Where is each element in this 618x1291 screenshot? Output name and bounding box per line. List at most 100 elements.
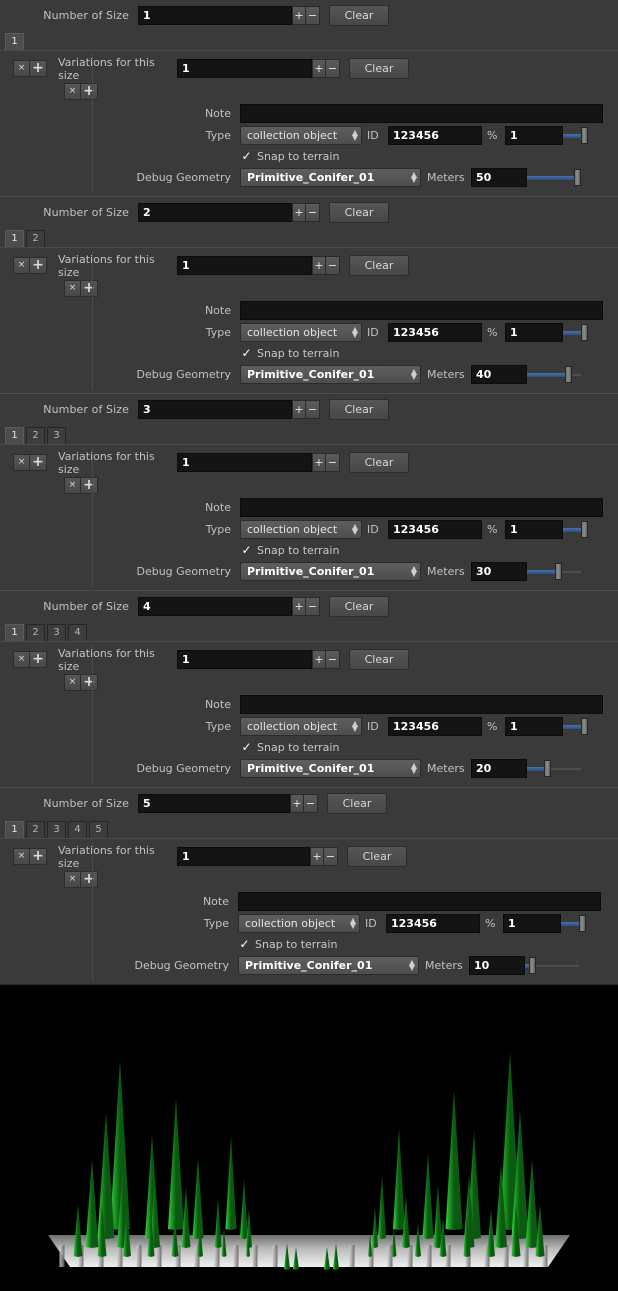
debug-geometry-dropdown[interactable]: Primitive_Conifer_01 ▲ ▼ (238, 955, 419, 975)
remove-variation-button[interactable]: × (64, 477, 81, 494)
number-of-size-input[interactable]: 2 (138, 203, 292, 222)
add-variation-button[interactable]: + (81, 280, 98, 297)
size-tab-3[interactable]: 3 (47, 427, 66, 444)
variations-input[interactable]: 1 (177, 453, 312, 472)
size-tab-4[interactable]: 4 (68, 821, 87, 838)
add-variation-button[interactable]: + (81, 871, 98, 888)
percent-slider[interactable] (561, 914, 586, 933)
percent-slider[interactable] (563, 126, 588, 145)
debug-geometry-dropdown[interactable]: Primitive_Conifer_01 ▲ ▼ (240, 758, 421, 778)
add-size-button[interactable]: + (30, 60, 47, 77)
number-of-size-decrement[interactable]: − (304, 794, 318, 813)
variations-decrement[interactable]: − (326, 453, 340, 472)
size-tab-5[interactable]: 5 (89, 821, 108, 838)
slider-handle[interactable] (544, 759, 551, 777)
number-of-size-input[interactable]: 5 (138, 794, 290, 813)
percent-input[interactable]: 1 (505, 125, 563, 145)
number-of-size-decrement[interactable]: − (306, 203, 320, 222)
variations-decrement[interactable]: − (324, 847, 338, 866)
id-input[interactable]: 123456 (388, 322, 482, 342)
id-input[interactable]: 123456 (388, 716, 482, 736)
percent-slider[interactable] (563, 323, 588, 342)
add-size-button[interactable]: + (30, 257, 47, 274)
debug-geometry-dropdown[interactable]: Primitive_Conifer_01 ▲ ▼ (240, 561, 421, 581)
meters-input[interactable]: 20 (471, 758, 527, 778)
meters-slider[interactable] (527, 168, 581, 187)
number-of-size-increment[interactable]: + (292, 203, 306, 222)
variations-clear-button[interactable]: Clear (349, 58, 409, 79)
meters-slider[interactable] (525, 956, 579, 975)
remove-size-button[interactable]: × (13, 651, 30, 668)
size-tab-1[interactable]: 1 (5, 624, 24, 641)
number-of-size-input[interactable]: 1 (138, 6, 292, 25)
percent-slider[interactable] (563, 717, 588, 736)
percent-input[interactable]: 1 (503, 913, 561, 933)
variations-increment[interactable]: + (312, 650, 326, 669)
number-of-size-clear-button[interactable]: Clear (329, 596, 389, 617)
remove-variation-button[interactable]: × (64, 83, 81, 100)
number-of-size-input[interactable]: 4 (138, 597, 292, 616)
number-of-size-clear-button[interactable]: Clear (327, 793, 387, 814)
size-tab-1[interactable]: 1 (5, 230, 24, 247)
variations-increment[interactable]: + (312, 453, 326, 472)
type-dropdown[interactable]: collection object ▲ ▼ (240, 716, 362, 736)
remove-size-button[interactable]: × (13, 454, 30, 471)
variations-input[interactable]: 1 (177, 256, 312, 275)
variations-clear-button[interactable]: Clear (349, 452, 409, 473)
size-tab-2[interactable]: 2 (26, 427, 45, 444)
number-of-size-input[interactable]: 3 (138, 400, 292, 419)
add-variation-button[interactable]: + (81, 477, 98, 494)
add-variation-button[interactable]: + (81, 83, 98, 100)
note-input[interactable] (240, 694, 603, 714)
remove-variation-button[interactable]: × (64, 280, 81, 297)
slider-handle[interactable] (565, 365, 572, 383)
number-of-size-decrement[interactable]: − (306, 597, 320, 616)
variations-input[interactable]: 1 (177, 650, 312, 669)
note-input[interactable] (240, 300, 603, 320)
meters-slider[interactable] (527, 365, 581, 384)
size-tab-2[interactable]: 2 (26, 821, 45, 838)
size-tab-1[interactable]: 1 (5, 33, 24, 50)
id-input[interactable]: 123456 (388, 125, 482, 145)
size-tab-4[interactable]: 4 (68, 624, 87, 641)
type-dropdown[interactable]: collection object ▲ ▼ (240, 519, 362, 539)
note-input[interactable] (238, 891, 601, 911)
variations-increment[interactable]: + (310, 847, 324, 866)
variations-increment[interactable]: + (312, 59, 326, 78)
type-dropdown[interactable]: collection object ▲ ▼ (240, 322, 362, 342)
number-of-size-clear-button[interactable]: Clear (329, 5, 389, 26)
id-input[interactable]: 123456 (386, 913, 480, 933)
size-tab-3[interactable]: 3 (47, 821, 66, 838)
percent-slider[interactable] (563, 520, 588, 539)
debug-geometry-dropdown[interactable]: Primitive_Conifer_01 ▲ ▼ (240, 364, 421, 384)
number-of-size-clear-button[interactable]: Clear (329, 399, 389, 420)
variations-clear-button[interactable]: Clear (349, 255, 409, 276)
size-tab-3[interactable]: 3 (47, 624, 66, 641)
debug-geometry-dropdown[interactable]: Primitive_Conifer_01 ▲ ▼ (240, 167, 421, 187)
type-dropdown[interactable]: collection object ▲ ▼ (240, 125, 362, 145)
meters-slider[interactable] (527, 562, 581, 581)
slider-handle[interactable] (574, 168, 581, 186)
remove-size-button[interactable]: × (13, 848, 30, 865)
number-of-size-increment[interactable]: + (290, 794, 304, 813)
variations-decrement[interactable]: − (326, 59, 340, 78)
3d-viewport[interactable] (0, 984, 618, 1291)
type-dropdown[interactable]: collection object ▲ ▼ (238, 913, 360, 933)
percent-input[interactable]: 1 (505, 322, 563, 342)
variations-decrement[interactable]: − (326, 650, 340, 669)
add-size-button[interactable]: + (30, 651, 47, 668)
remove-variation-button[interactable]: × (64, 871, 81, 888)
meters-slider[interactable] (527, 759, 581, 778)
variations-input[interactable]: 1 (177, 59, 312, 78)
slider-handle[interactable] (581, 126, 588, 144)
meters-input[interactable]: 40 (471, 364, 527, 384)
add-size-button[interactable]: + (30, 454, 47, 471)
slider-handle[interactable] (581, 717, 588, 735)
size-tab-2[interactable]: 2 (26, 230, 45, 247)
note-input[interactable] (240, 497, 603, 517)
slider-handle[interactable] (581, 323, 588, 341)
remove-size-button[interactable]: × (13, 60, 30, 77)
variations-increment[interactable]: + (312, 256, 326, 275)
number-of-size-increment[interactable]: + (292, 597, 306, 616)
percent-input[interactable]: 1 (505, 716, 563, 736)
